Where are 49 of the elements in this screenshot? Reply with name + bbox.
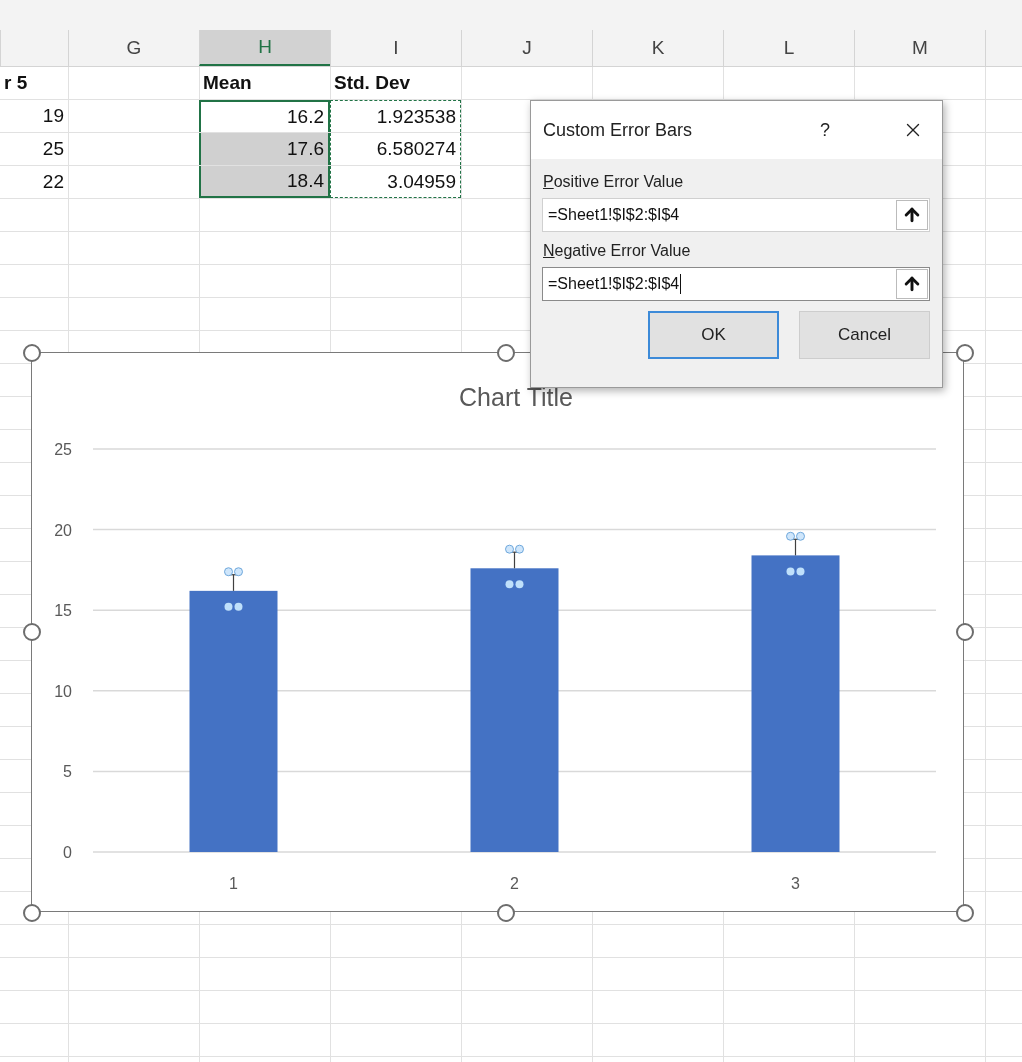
resize-handle[interactable]	[23, 904, 41, 922]
column-header[interactable]: K	[592, 30, 723, 66]
chart-title: Chart Title	[459, 383, 573, 411]
table-cell[interactable]: 6.580274	[330, 133, 461, 165]
resize-handle[interactable]	[497, 344, 515, 362]
table-cell[interactable]: Std. Dev	[330, 67, 461, 99]
x-axis-label: 3	[791, 875, 800, 892]
resize-handle[interactable]	[23, 623, 41, 641]
table-cell[interactable]: 1.923538	[330, 100, 461, 132]
resize-handle[interactable]	[956, 623, 974, 641]
y-axis-label: 5	[63, 763, 72, 781]
ok-button[interactable]: OK	[648, 311, 779, 359]
y-axis-label: 15	[54, 602, 72, 620]
column-header[interactable]: I	[330, 30, 461, 66]
resize-handle[interactable]	[956, 344, 974, 362]
x-axis-label: 2	[510, 875, 519, 892]
collapse-button[interactable]	[896, 269, 928, 299]
dialog-title: Custom Error Bars	[543, 119, 694, 141]
column-header[interactable]: H	[199, 30, 330, 66]
column-header[interactable]: L	[723, 30, 854, 66]
table-cell[interactable]: 17.6	[199, 133, 330, 165]
table-cell[interactable]: Mean	[199, 67, 330, 99]
column-header[interactable]: J	[461, 30, 592, 66]
y-axis-label: 0	[63, 844, 72, 861]
selection-handle-drawing	[786, 531, 805, 576]
selection-handle-drawing	[505, 544, 524, 589]
input-field[interactable]: =Sheet1!$I$2:$I$4	[542, 198, 930, 232]
cancel-button[interactable]: Cancel	[799, 311, 930, 359]
help-button[interactable]: ?	[814, 119, 836, 141]
table-cell[interactable]: r 5	[0, 67, 68, 99]
y-axis-label: 25	[54, 441, 72, 458]
collapse-button[interactable]	[896, 200, 928, 230]
selection-handle-drawing	[224, 567, 243, 611]
y-axis-label: 20	[54, 521, 72, 539]
resize-handle[interactable]	[497, 904, 515, 922]
x-axis-label: 1	[229, 875, 238, 892]
table-cell[interactable]: 18.4	[199, 166, 330, 198]
chart[interactable]: Chart Title 0 5 10 15 20 25 1 2 3	[31, 352, 964, 912]
resize-handle[interactable]	[956, 904, 974, 922]
resize-handle[interactable]	[23, 344, 41, 362]
table-cell[interactable]: 19	[0, 100, 68, 132]
y-axis-label: 10	[54, 682, 72, 700]
table-cell[interactable]: 3.04959	[330, 166, 461, 198]
table-cell[interactable]: 22	[0, 166, 68, 198]
input-field[interactable]: =Sheet1!$I$2:$I$4	[542, 267, 930, 301]
table-cell[interactable]: 25	[0, 133, 68, 165]
field-label: Positive Error Value	[543, 173, 685, 191]
column-header[interactable]: M	[854, 30, 985, 66]
field-label: Negative Error Value	[543, 242, 692, 260]
